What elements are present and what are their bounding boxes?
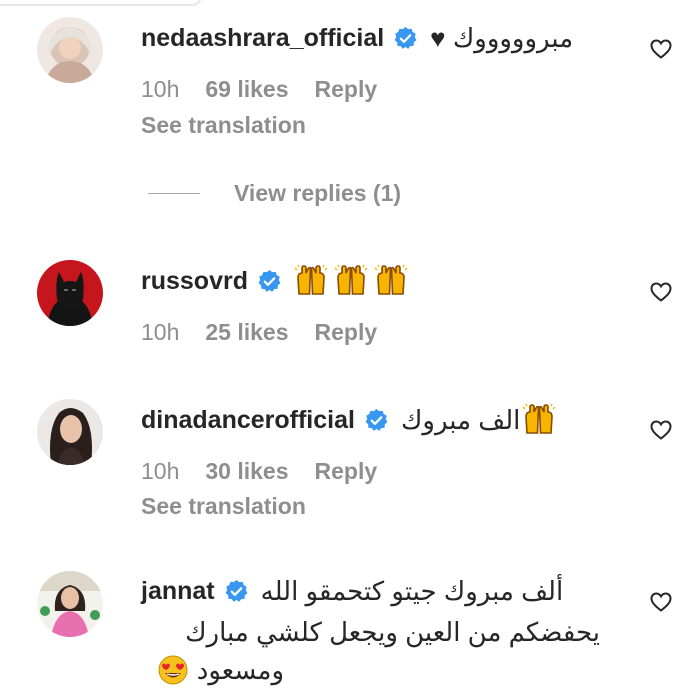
avatar[interactable] [37,399,103,465]
raising-hands-emoji [522,403,556,437]
likes-count[interactable]: 25 likes [205,319,288,346]
comment-text-line-3: ومسعود [196,654,284,685]
comment-line: russovrd [141,264,414,298]
verified-badge-icon [257,269,282,294]
heart-outline-icon[interactable] [649,37,673,61]
avatar[interactable] [37,260,103,326]
heart-outline-icon[interactable] [649,280,673,304]
comment-line: nedaashrara_official مبروووووك ♥ [141,23,573,54]
username[interactable]: nedaashrara_official [141,24,384,53]
heart-outline-icon[interactable] [649,590,673,614]
comment-text-line-3-row: ومسعود [157,654,284,686]
comment-text: الف مبروك [400,404,521,435]
comment-meta: 10h 30 likes Reply [141,458,377,485]
heart-eyes-emoji [157,654,189,686]
username[interactable]: jannat [141,577,215,606]
comment-text: مبروووووك ♥ [430,23,574,53]
raising-hands-emoji [374,264,408,298]
comment-text-line-1: ألف مبروك جيتو كتحمقو الله [260,576,564,606]
avatar[interactable] [37,571,103,637]
verified-badge-icon [224,579,249,604]
raising-hands-emoji [294,264,328,298]
comment-line: jannat ألف مبروك جيتو كتحمقو الله [141,576,563,607]
timestamp: 10h [141,458,180,484]
timestamp: 10h [141,76,180,102]
timestamp: 10h [141,319,180,345]
replies-divider [148,193,200,194]
view-replies-button[interactable]: View replies (1) [148,180,401,207]
raising-hands-emoji [334,264,368,298]
reply-button[interactable]: Reply [315,458,378,485]
verified-badge-icon [393,26,418,51]
verified-badge-icon [364,408,389,433]
comment-meta: 10h 69 likes Reply [141,76,377,103]
see-translation-link[interactable]: See translation [141,112,306,139]
avatar[interactable] [37,17,103,83]
username[interactable]: russovrd [141,267,248,296]
view-replies-label: View replies (1) [234,180,402,206]
reply-button[interactable]: Reply [315,76,378,103]
comment-text-line-2: يحفضكم من العين ويجعل كلشي مبارك [185,617,600,647]
comment-line: dinadancerofficial الف مبروك [141,403,562,437]
likes-count[interactable]: 69 likes [205,76,288,103]
previous-container-edge [0,0,202,6]
likes-count[interactable]: 30 likes [205,458,288,485]
heart-outline-icon[interactable] [649,418,673,442]
comment-meta: 10h 25 likes Reply [141,319,377,346]
username[interactable]: dinadancerofficial [141,406,355,435]
see-translation-link[interactable]: See translation [141,493,306,520]
reply-button[interactable]: Reply [315,319,378,346]
